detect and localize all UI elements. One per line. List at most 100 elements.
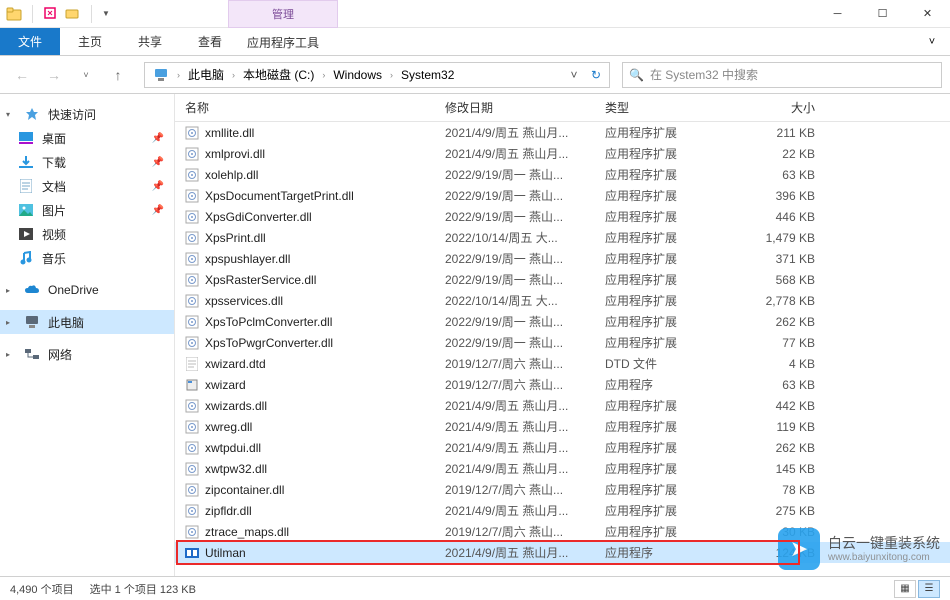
tab-file[interactable]: 文件 [0,28,60,55]
quick-item-pic[interactable]: 图片📌 [0,198,174,222]
file-name: XpsToPclmConverter.dll [205,315,332,329]
tab-home[interactable]: 主页 [60,28,120,55]
file-list: 名称 修改日期 类型 大小 xmllite.dll2021/4/9/周五 燕山月… [175,94,950,576]
file-date: 2022/10/14/周五 大... [435,292,595,309]
file-row[interactable]: xpsservices.dll2022/10/14/周五 大...应用程序扩展2… [175,290,950,311]
file-row[interactable]: xwizard2019/12/7/周六 燕山...应用程序63 KB [175,374,950,395]
breadcrumb-dropdown-icon[interactable]: ˅ [563,68,585,82]
file-row[interactable]: xwtpw32.dll2021/4/9/周五 燕山月...应用程序扩展145 K… [175,458,950,479]
file-icon [185,336,199,350]
file-date: 2022/9/19/周一 燕山... [435,250,595,267]
file-icon [185,294,199,308]
col-name[interactable]: 名称 [175,99,435,116]
file-row[interactable]: zipfldr.dll2021/4/9/周五 燕山月...应用程序扩展275 K… [175,500,950,521]
qat-new-folder-icon[interactable] [65,6,81,22]
navigation-pane: ▾ 快速访问 桌面📌下载📌文档📌图片📌视频音乐 ▸ OneDrive ▸ [0,94,175,576]
network-item[interactable]: ▸ 网络 [0,342,174,366]
file-name: xmlprovi.dll [205,147,265,161]
file-type: 应用程序扩展 [595,502,705,519]
chevron-right-icon[interactable]: ▸ [6,350,16,359]
forward-button[interactable]: → [40,61,68,89]
file-icon [185,525,199,539]
view-thumbnails-button[interactable]: ▦ [894,580,916,598]
qat-dropdown-icon[interactable]: ▼ [102,9,110,18]
file-row[interactable]: XpsToPwgrConverter.dll2022/9/19/周一 燕山...… [175,332,950,353]
file-name: zipcontainer.dll [205,483,284,497]
file-name: xwtpw32.dll [205,462,267,476]
file-type: 应用程序扩展 [595,124,705,141]
breadcrumb-item[interactable]: 本地磁盘 (C:) [237,66,320,83]
file-row[interactable]: xwtpdui.dll2021/4/9/周五 燕山月...应用程序扩展262 K… [175,437,950,458]
file-row[interactable]: xpspushlayer.dll2022/9/19/周一 燕山...应用程序扩展… [175,248,950,269]
file-type: 应用程序扩展 [595,250,705,267]
quick-item-download[interactable]: 下载📌 [0,150,174,174]
quick-item-desktop[interactable]: 桌面📌 [0,126,174,150]
file-name: xwreg.dll [205,420,252,434]
file-name: xwizards.dll [205,399,267,413]
file-date: 2022/9/19/周一 燕山... [435,334,595,351]
search-input[interactable]: 🔍 在 System32 中搜索 [622,62,942,88]
ribbon-expand-icon[interactable]: ˅ [914,28,950,55]
breadcrumb-item[interactable]: 此电脑 [182,66,230,83]
file-row[interactable]: XpsToPclmConverter.dll2022/9/19/周一 燕山...… [175,311,950,332]
chevron-right-icon[interactable]: ▸ [6,286,16,295]
back-button[interactable]: ← [8,61,36,89]
chevron-right-icon[interactable]: › [175,70,182,80]
file-row[interactable]: zipcontainer.dll2019/12/7/周六 燕山...应用程序扩展… [175,479,950,500]
file-icon [185,252,199,266]
file-row[interactable]: XpsPrint.dll2022/10/14/周五 大...应用程序扩展1,47… [175,227,950,248]
qat-properties-icon[interactable] [43,6,59,22]
file-row[interactable]: xmllite.dll2021/4/9/周五 燕山月...应用程序扩展211 K… [175,122,950,143]
pin-icon: 📌 [152,133,164,144]
breadcrumb[interactable]: › 此电脑 › 本地磁盘 (C:) › Windows › System32 ˅… [144,62,610,88]
recent-dropdown[interactable]: ˅ [72,61,100,89]
breadcrumb-item[interactable]: Windows [327,68,388,82]
file-row[interactable]: xwizard.dtd2019/12/7/周六 燕山...DTD 文件4 KB [175,353,950,374]
quick-item-doc[interactable]: 文档📌 [0,174,174,198]
file-type: 应用程序扩展 [595,208,705,225]
nav-label: 文档 [42,178,66,195]
close-button[interactable]: ✕ [905,0,950,28]
file-icon [185,147,199,161]
nav-label: 此电脑 [48,314,84,331]
chevron-right-icon[interactable]: › [388,70,395,80]
onedrive-item[interactable]: ▸ OneDrive [0,278,174,302]
quick-access-header[interactable]: ▾ 快速访问 [0,102,174,126]
file-icon [185,189,199,203]
tab-share[interactable]: 共享 [120,28,180,55]
chevron-right-icon[interactable]: ▸ [6,318,16,327]
quick-item-video[interactable]: 视频 [0,222,174,246]
file-row[interactable]: xmlprovi.dll2021/4/9/周五 燕山月...应用程序扩展22 K… [175,143,950,164]
file-size: 63 KB [705,378,825,392]
col-date[interactable]: 修改日期 [435,99,595,116]
col-size[interactable]: 大小 [705,99,825,116]
breadcrumb-pc-icon[interactable] [147,68,175,82]
file-row[interactable]: xwizards.dll2021/4/9/周五 燕山月...应用程序扩展442 … [175,395,950,416]
breadcrumb-item[interactable]: System32 [395,68,460,82]
file-icon [185,378,199,392]
nav-label: 图片 [42,202,66,219]
file-type: 应用程序 [595,376,705,393]
file-row[interactable]: XpsGdiConverter.dll2022/9/19/周一 燕山...应用程… [175,206,950,227]
file-rows: xmllite.dll2021/4/9/周五 燕山月...应用程序扩展211 K… [175,122,950,576]
up-button[interactable]: ↑ [104,61,132,89]
chevron-down-icon[interactable]: ▾ [6,110,16,119]
nav-label: 快速访问 [48,106,96,123]
file-row[interactable]: XpsDocumentTargetPrint.dll2022/9/19/周一 燕… [175,185,950,206]
refresh-icon[interactable]: ↻ [585,68,607,82]
file-name: XpsGdiConverter.dll [205,210,312,224]
tab-app-tools[interactable]: 应用程序工具 [228,28,338,56]
col-type[interactable]: 类型 [595,99,705,116]
view-details-button[interactable]: ☰ [918,580,940,598]
maximize-button[interactable]: ☐ [860,0,905,28]
file-row[interactable]: XpsRasterService.dll2022/9/19/周一 燕山...应用… [175,269,950,290]
file-row[interactable]: xolehlp.dll2022/9/19/周一 燕山...应用程序扩展63 KB [175,164,950,185]
file-row[interactable]: xwreg.dll2021/4/9/周五 燕山月...应用程序扩展119 KB [175,416,950,437]
file-icon [185,273,199,287]
quick-item-music[interactable]: 音乐 [0,246,174,270]
chevron-right-icon[interactable]: › [230,70,237,80]
this-pc-item[interactable]: ▸ 此电脑 [0,310,174,334]
file-size: 78 KB [705,483,825,497]
minimize-button[interactable]: ─ [815,0,860,28]
chevron-right-icon[interactable]: › [320,70,327,80]
